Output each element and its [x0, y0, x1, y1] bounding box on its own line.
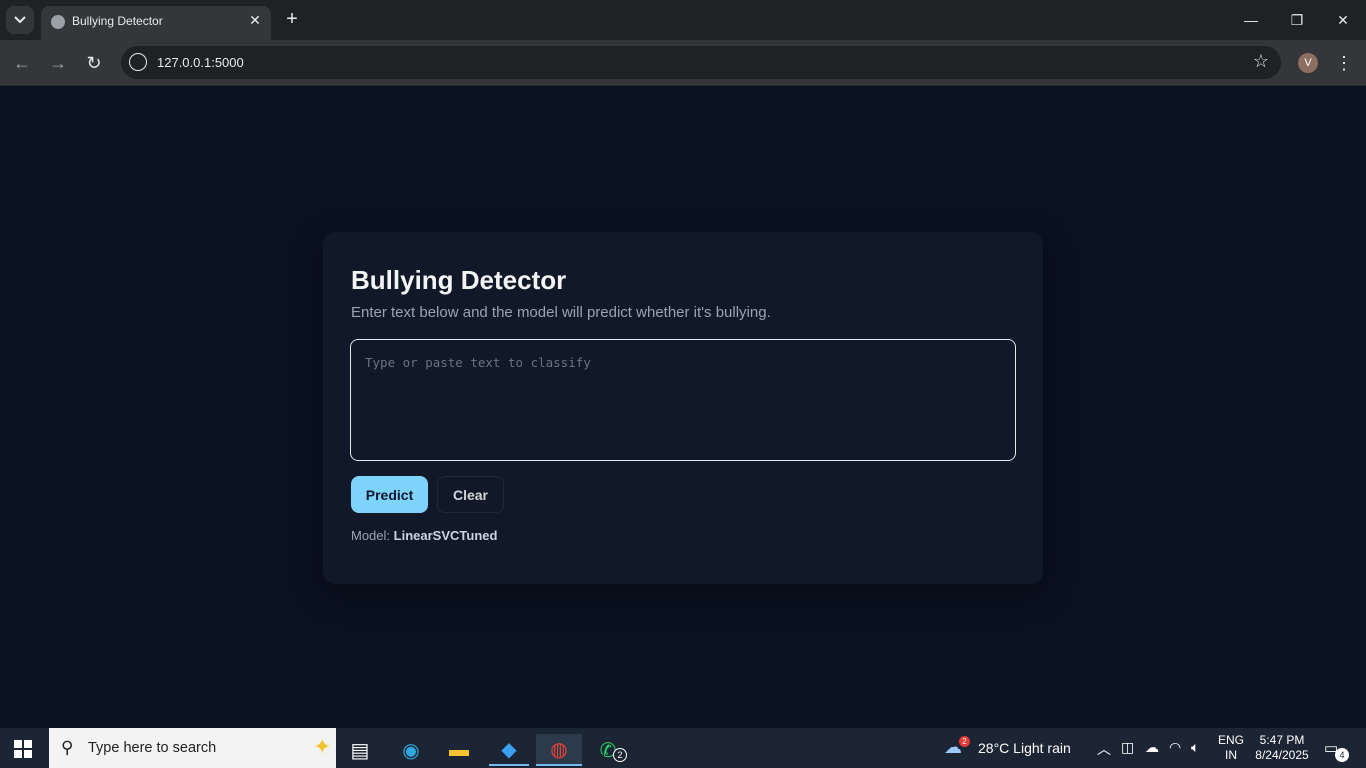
chrome-icon[interactable]: ◍ — [536, 734, 582, 766]
page-subtitle: Enter text below and the model will pred… — [351, 304, 771, 321]
tab-search-button[interactable] — [6, 6, 34, 34]
page-viewport: Bullying Detector Enter text below and t… — [0, 87, 1366, 728]
browser-tab-bar: Bullying Detector ✕ + — ❐ ✕ — [0, 0, 1366, 40]
text-input[interactable] — [350, 339, 1016, 461]
edge-icon[interactable]: ◉ — [391, 734, 431, 766]
taskbar-search[interactable]: ⚲ Type here to search ✦ — [49, 728, 336, 768]
sparkle-icon: ✦ — [313, 734, 332, 759]
search-icon: ⚲ — [61, 738, 74, 757]
weather-text[interactable]: 28°C Light rain — [978, 740, 1071, 756]
new-tab-button[interactable]: + — [282, 8, 302, 30]
cloud-offline-icon[interactable]: ☁ — [1145, 739, 1159, 756]
page-title: Bullying Detector — [351, 265, 567, 295]
windows-taskbar: ⚲ Type here to search ✦ ▤ ◉ ▬ ◆ ◍ ✆ 2 ☁ … — [0, 728, 1366, 768]
chevron-up-icon[interactable]: ︿ — [1097, 739, 1111, 759]
task-view-icon[interactable]: ▤ — [340, 734, 380, 766]
system-clock[interactable]: 5:47 PM 8/24/2025 — [1254, 733, 1310, 763]
clock-time: 5:47 PM — [1259, 733, 1305, 747]
profile-avatar[interactable]: V — [1298, 53, 1318, 73]
arrow-right-icon[interactable]: → — [45, 50, 71, 76]
lang-line2: IN — [1225, 748, 1237, 762]
search-placeholder: Type here to search — [88, 740, 217, 756]
vscode-icon[interactable]: ◆ — [489, 734, 529, 766]
clear-button[interactable]: Clear — [437, 476, 504, 513]
notification-badge: 4 — [1335, 748, 1349, 762]
whatsapp-badge: 2 — [613, 748, 627, 762]
detector-card: Bullying Detector Enter text below and t… — [323, 232, 1043, 584]
wifi-icon[interactable]: ◠ — [1169, 739, 1181, 756]
windows-start-icon[interactable] — [14, 740, 32, 758]
site-info-icon[interactable] — [129, 53, 147, 71]
model-label: Model: — [351, 528, 391, 543]
reload-icon[interactable]: ↻ — [81, 50, 107, 76]
lang-line1: ENG — [1218, 733, 1245, 747]
url-text[interactable]: 127.0.0.1:5000 — [157, 55, 244, 70]
arrow-left-icon[interactable]: ← — [9, 50, 35, 76]
kebab-menu-icon[interactable]: ⋮ — [1334, 50, 1354, 76]
clock-date: 8/24/2025 — [1255, 748, 1309, 762]
camera-icon[interactable]: ◫ — [1121, 739, 1134, 756]
minimize-icon[interactable]: — — [1238, 8, 1264, 32]
close-window-icon[interactable]: ✕ — [1330, 8, 1356, 32]
model-name: LinearSVCTuned — [393, 528, 498, 543]
restore-icon[interactable]: ❐ — [1284, 8, 1310, 32]
star-icon[interactable]: ☆ — [1253, 51, 1269, 72]
chevron-down-icon — [14, 16, 26, 24]
model-info: Model: LinearSVCTuned — [351, 528, 497, 543]
predict-button[interactable]: Predict — [351, 476, 428, 513]
browser-tab[interactable]: Bullying Detector ✕ — [41, 6, 271, 40]
globe-icon — [51, 15, 65, 29]
browser-toolbar: ← → ↻ 127.0.0.1:5000 ☆ V ⋮ — [0, 40, 1366, 86]
tab-title: Bullying Detector — [72, 14, 163, 28]
address-bar[interactable]: 127.0.0.1:5000 ☆ — [121, 46, 1281, 79]
close-tab-icon[interactable]: ✕ — [247, 12, 263, 28]
volume-icon[interactable]: 🔈︎ — [1191, 739, 1199, 756]
weather-badge: 2 — [959, 736, 970, 747]
language-indicator[interactable]: ENG IN — [1218, 733, 1244, 763]
file-explorer-icon[interactable]: ▬ — [439, 734, 479, 766]
